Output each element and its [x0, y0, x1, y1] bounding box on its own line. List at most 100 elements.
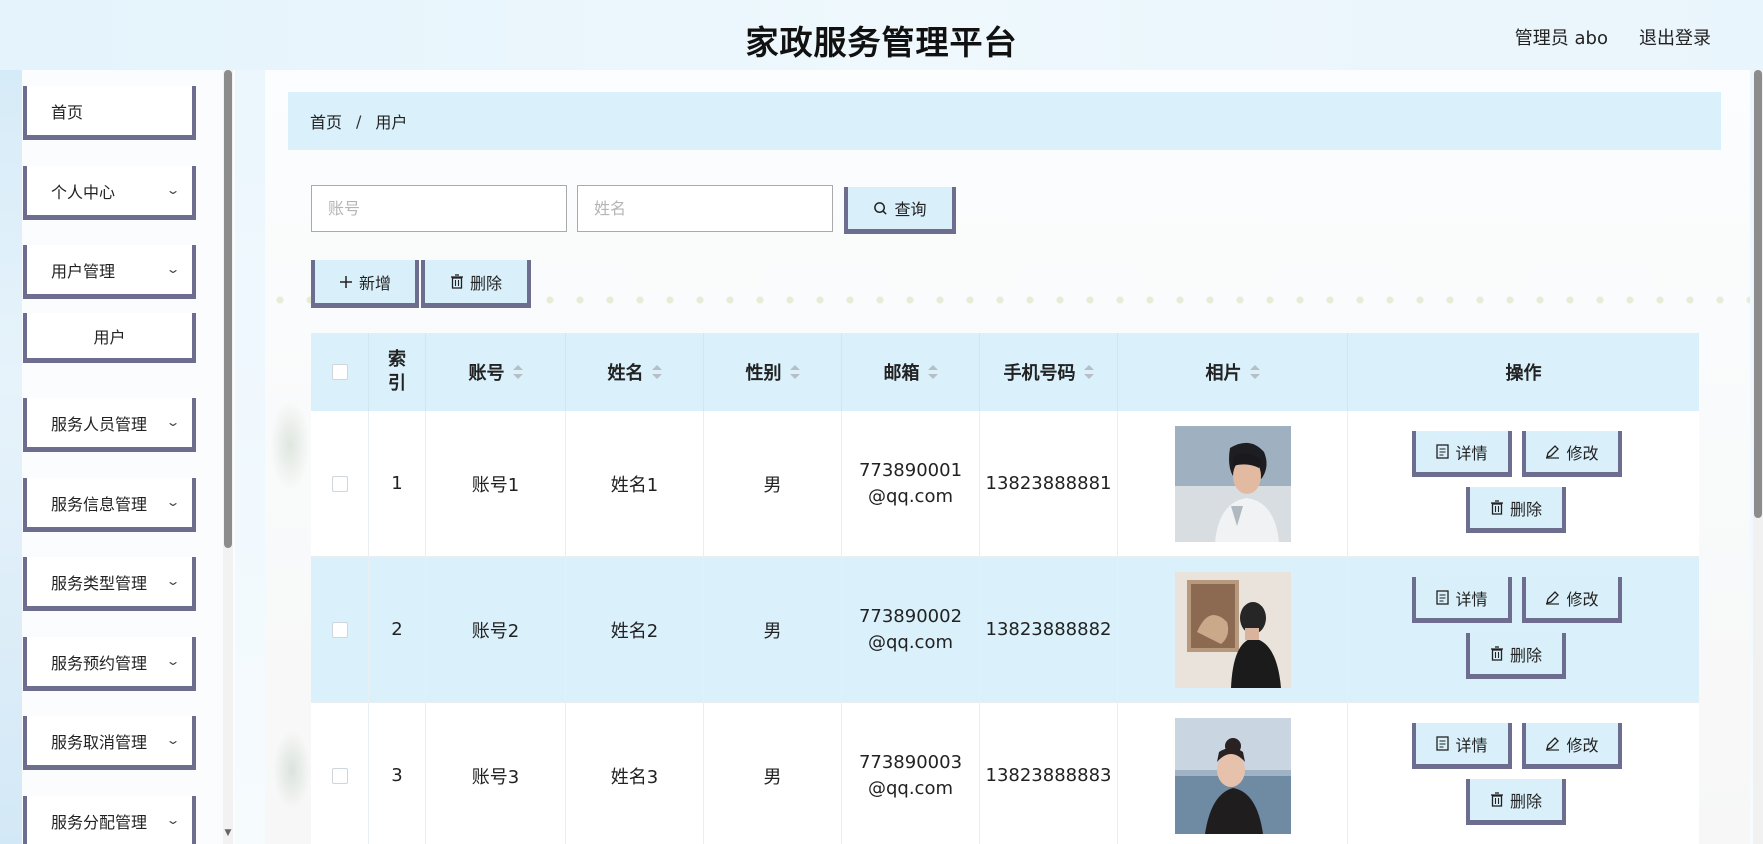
pencil-icon — [1545, 736, 1560, 751]
delete-button[interactable]: 删除 — [1466, 633, 1566, 679]
detail-button[interactable]: 详情 — [1412, 723, 1512, 769]
add-button-label: 新增 — [358, 273, 391, 293]
user-table: 索引 账号 姓名 性别 邮箱 手机号码 相片 操作 1 账号1 姓名1 男 77… — [311, 333, 1699, 844]
chevron-down-icon: ⌄ — [165, 415, 181, 429]
trash-icon — [1490, 792, 1504, 807]
sidebar-item-staff-management[interactable]: 服务人员管理 ⌄ — [23, 398, 196, 452]
cell-name: 姓名2 — [566, 557, 704, 702]
select-all-checkbox[interactable] — [331, 364, 348, 380]
sidebar-scroll-thumb[interactable] — [224, 70, 232, 548]
batch-delete-button-label: 删除 — [469, 273, 502, 293]
row-checkbox[interactable] — [331, 767, 348, 784]
cell-phone: 13823888882 — [980, 557, 1118, 702]
sidebar-item-home[interactable]: 首页 — [23, 86, 196, 140]
edit-button-label: 修改 — [1566, 735, 1599, 755]
row-ops-group: 详情 修改 删除 — [1348, 703, 1699, 844]
chevron-down-icon: ⌄ — [165, 574, 181, 588]
sort-icon[interactable] — [651, 365, 662, 379]
delete-button[interactable]: 删除 — [1466, 487, 1566, 533]
trash-icon — [1490, 500, 1504, 515]
delete-button-label: 删除 — [1509, 645, 1542, 665]
account-search-input[interactable] — [311, 185, 567, 232]
breadcrumb: 首页 / 用户 — [288, 92, 1721, 150]
current-user-label: 管理员 abo — [1514, 28, 1608, 49]
edit-button[interactable]: 修改 — [1522, 723, 1622, 769]
column-header-phone[interactable]: 手机号码 — [980, 333, 1118, 411]
column-header-name[interactable]: 姓名 — [566, 333, 704, 411]
sidebar-item-booking-management[interactable]: 服务预约管理 ⌄ — [23, 637, 196, 691]
cell-photo — [1118, 557, 1348, 702]
sidebar-item-cancel-management[interactable]: 服务取消管理 ⌄ — [23, 716, 196, 770]
top-header: 家政服务管理平台 管理员 abo 退出登录 — [0, 0, 1763, 70]
scroll-down-arrow-icon[interactable]: ▼ — [223, 828, 233, 838]
sidebar-item-label: 服务类型管理 — [51, 573, 148, 593]
sidebar-item-label: 用户管理 — [51, 261, 116, 281]
user-photo — [1174, 425, 1291, 542]
chevron-down-icon: ⌄ — [165, 262, 181, 276]
cell-email: 773890001@qq.com — [842, 411, 980, 556]
cell-phone: 13823888883 — [980, 703, 1118, 844]
row-ops-group: 详情 修改 删除 — [1348, 557, 1699, 702]
query-button[interactable]: 查询 — [844, 187, 956, 234]
row-checkbox[interactable] — [331, 475, 348, 492]
add-button[interactable]: 新增 — [311, 260, 419, 308]
column-header-index: 索引 — [369, 333, 426, 411]
query-button-label: 查询 — [894, 200, 927, 219]
sidebar-subitem-user[interactable]: 用户 — [23, 313, 196, 363]
page-scrollbar[interactable] — [1753, 70, 1763, 844]
sort-icon[interactable] — [1249, 365, 1260, 379]
cell-index: 2 — [369, 557, 426, 702]
batch-delete-button[interactable]: 删除 — [421, 260, 531, 308]
delete-button-label: 删除 — [1509, 499, 1542, 519]
name-search-input[interactable] — [577, 185, 833, 232]
row-select-cell — [311, 703, 369, 844]
column-header-account[interactable]: 账号 — [426, 333, 566, 411]
logout-link[interactable]: 退出登录 — [1639, 24, 1711, 50]
trash-icon — [450, 274, 464, 289]
cell-phone: 13823888881 — [980, 411, 1118, 556]
sidebar-item-label: 服务信息管理 — [51, 494, 148, 514]
detail-button-label: 详情 — [1455, 443, 1488, 463]
breadcrumb-separator: / — [356, 111, 362, 131]
chevron-down-icon: ⌄ — [165, 495, 181, 509]
sidebar-item-service-info-management[interactable]: 服务信息管理 ⌄ — [23, 478, 196, 532]
sidebar-item-user-management[interactable]: 用户管理 ⌄ — [23, 245, 196, 299]
pencil-icon — [1545, 590, 1560, 605]
edit-button[interactable]: 修改 — [1522, 577, 1622, 623]
decorative-leaf — [273, 730, 311, 810]
cell-photo — [1118, 703, 1348, 844]
cell-account: 账号2 — [426, 557, 566, 702]
user-photo — [1174, 571, 1291, 688]
decorative-leaf — [270, 400, 310, 490]
plus-icon — [339, 275, 353, 289]
sidebar-item-service-type-management[interactable]: 服务类型管理 ⌄ — [23, 557, 196, 611]
cell-account: 账号3 — [426, 703, 566, 844]
user-photo — [1174, 717, 1291, 834]
sort-icon[interactable] — [512, 365, 523, 379]
sidebar-item-label: 服务取消管理 — [51, 732, 148, 752]
row-ops-group: 详情 修改 删除 — [1348, 411, 1699, 556]
delete-button[interactable]: 删除 — [1466, 779, 1566, 825]
row-checkbox[interactable] — [331, 621, 348, 638]
detail-button[interactable]: 详情 — [1412, 431, 1512, 477]
sort-icon[interactable] — [927, 365, 938, 379]
column-header-photo[interactable]: 相片 — [1118, 333, 1348, 411]
search-icon — [873, 201, 888, 216]
chevron-down-icon: ⌄ — [165, 733, 181, 747]
breadcrumb-home[interactable]: 首页 — [310, 109, 342, 133]
page-scroll-thumb[interactable] — [1754, 70, 1762, 518]
document-icon — [1436, 736, 1450, 751]
cell-gender: 男 — [704, 703, 842, 844]
cell-ops: 详情 修改 删除 — [1348, 703, 1699, 844]
sort-icon[interactable] — [789, 365, 800, 379]
document-icon — [1436, 590, 1450, 605]
detail-button[interactable]: 详情 — [1412, 577, 1512, 623]
sidebar-item-assignment-management[interactable]: 服务分配管理 ⌄ — [23, 796, 196, 844]
column-header-email[interactable]: 邮箱 — [842, 333, 980, 411]
sidebar: 首页 个人中心 ⌄ 用户管理 ⌄ 用户 服务人员管理 ⌄ 服务信息管理 ⌄ 服务… — [0, 70, 235, 844]
edit-button[interactable]: 修改 — [1522, 431, 1622, 477]
cell-gender: 男 — [704, 411, 842, 556]
sidebar-item-personal-center[interactable]: 个人中心 ⌄ — [23, 166, 196, 220]
sort-icon[interactable] — [1083, 365, 1094, 379]
column-header-gender[interactable]: 性别 — [704, 333, 842, 411]
